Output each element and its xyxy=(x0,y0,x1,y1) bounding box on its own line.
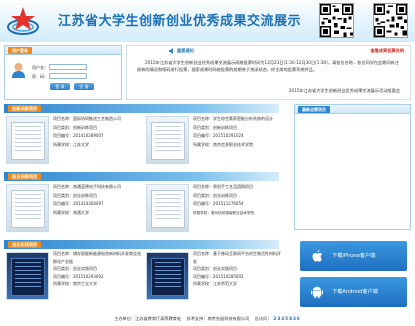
project-thumbnail[interactable] xyxy=(6,184,49,232)
project-school: 所属学校：江苏大学 xyxy=(53,141,89,147)
password-input[interactable] xyxy=(49,73,87,79)
site-title: 江苏省大学生创新创业优秀成果交流展示 xyxy=(58,14,302,29)
download-iphone-label: 下载iPhone客户端 xyxy=(332,253,376,259)
site-header: 江苏省大学生创新创业优秀成果交流展示 xyxy=(0,0,415,42)
project-name[interactable]: 项目名称：基于移动互联网平台的生物活性材料开发 xyxy=(193,250,281,265)
category-bar-entrepreneur-training: 创业训练项目 xyxy=(4,172,279,181)
recommend-panel-header: 最新点赞项目 xyxy=(295,105,410,114)
recommend-panel: 最新点赞项目 xyxy=(294,104,411,230)
project-thumbnail[interactable] xyxy=(6,252,49,300)
project-type: 项目类别：创业训练项目 xyxy=(53,192,97,198)
project-school: 所属学校：常州纺织服装职业技术学院 xyxy=(193,210,255,215)
user-avatar-icon xyxy=(12,63,25,78)
footer-organizer: 主办单位：江苏省教育厅高等教育处 xyxy=(114,316,182,321)
project-name[interactable]: 项目名称：学生综合素养智能分析系统的设计 xyxy=(193,115,281,124)
login-panel-header: 用户登录 xyxy=(5,46,121,55)
project-thumbnail[interactable] xyxy=(6,116,49,164)
project-school: 所属学校：南通大学 xyxy=(53,209,89,215)
project-type: 项目类别：创业实践项目 xyxy=(193,266,237,271)
notice-panel: 重要通知 查看成果投票说明 2015年江苏省大学生创新创业优秀成果交流展示网络投… xyxy=(126,45,411,100)
recommend-tab: 最新点赞项目 xyxy=(298,106,330,113)
footer-counter-label: 总访问： xyxy=(254,316,272,321)
project-thumbnail[interactable] xyxy=(146,184,189,232)
category-label: 创业实践项目 xyxy=(8,241,42,248)
vote-instructions-link[interactable]: 查看成果投票说明 xyxy=(370,48,404,54)
speaker-icon xyxy=(169,48,173,54)
project-id: 项目编号：201510285002 xyxy=(193,273,244,279)
download-android-button[interactable]: 下载Android客户端 xyxy=(300,277,407,307)
visit-counter: 2345836 xyxy=(273,316,301,321)
project-name[interactable]: 项目名称：南通蓝德电子科技有限公司 xyxy=(53,183,121,192)
notice-signature: 2015年江苏省大学生创新创业优秀成果交流展示活动组委会 xyxy=(288,88,400,93)
project-id: 项目编号：201410304097 xyxy=(53,201,104,206)
project-name[interactable]: 项目名称：国际协同推进工艺制造公司 xyxy=(53,115,121,124)
project-info: 项目名称：储存智能新能源电池新材料开发商业化孵化产业链 项目类别：创业实践项目 … xyxy=(53,250,141,288)
password-label: 密 码： xyxy=(32,74,48,79)
notice-title: 重要通知 xyxy=(177,48,194,53)
username-input[interactable] xyxy=(49,64,87,70)
username-label: 用户名： xyxy=(32,65,48,70)
login-button[interactable]: 登 录 xyxy=(50,83,70,90)
project-school: 所属学校：南京工业大学 xyxy=(53,281,97,286)
project-name[interactable]: 项目名称：储存智能新能源电池新材料开发商业化孵化产业链 xyxy=(53,250,141,265)
project-type: 项目类别：创新训练项目 xyxy=(53,124,97,130)
project-type: 项目类别：创新训练项目 xyxy=(193,124,237,130)
category-label: 创新训练项目 xyxy=(8,105,42,112)
project-thumbnail[interactable] xyxy=(146,116,189,164)
download-iphone-button[interactable]: 下载iPhone客户端 xyxy=(300,241,407,271)
project-id: 项目编号：201511276054 xyxy=(193,201,244,206)
project-info: 项目名称：原创手工艺品团购项目 项目类别：创业训练项目 项目编号：2015112… xyxy=(193,183,254,217)
project-id: 项目编号：201510293002 xyxy=(53,273,104,279)
login-tab: 用户登录 xyxy=(8,47,32,54)
project-type: 项目类别：创业实践项目 xyxy=(53,266,97,271)
logo-icon xyxy=(7,7,39,35)
register-button[interactable]: 注 册 xyxy=(74,83,94,90)
project-name[interactable]: 项目名称：原创手工艺品团购项目 xyxy=(193,183,254,192)
project-info: 项目名称：国际协同推进工艺制造公司 项目类别：创新训练项目 项目编号：20141… xyxy=(53,115,121,149)
login-panel: 用户登录 用户名： 密 码： 登 录 注 册 xyxy=(4,45,122,100)
project-info: 项目名称：学生综合素养智能分析系统的设计 项目类别：创新训练项目 项目编号：20… xyxy=(193,115,281,149)
project-thumbnail[interactable] xyxy=(146,252,189,300)
notice-body: 2015年江苏省大学生创新创业优秀成果交流展示网络投票时间为12月23日(1:3… xyxy=(137,60,400,72)
footer-support: 技术支持：南京先极科技有限公司 xyxy=(186,316,250,321)
android-icon xyxy=(311,286,323,299)
project-id: 项目编号：201510291024 xyxy=(193,133,244,138)
project-school: 所属学校：南京信息职业技术学院 xyxy=(193,141,253,147)
qr-code-iphone xyxy=(319,3,354,38)
project-info: 项目名称：基于移动互联网平台的生物活性材料开发 项目类别：创业实践项目 项目编号… xyxy=(193,250,281,288)
project-id: 项目编号：201410289007 xyxy=(53,133,104,138)
apple-icon xyxy=(312,250,323,262)
category-bar-innovation: 创新训练项目 xyxy=(4,104,279,113)
site-footer: 主办单位：江苏省教育厅高等教育处 技术支持：南京先极科技有限公司 总访问： 234… xyxy=(0,312,415,326)
project-info: 项目名称：南通蓝德电子科技有限公司 项目类别：创业训练项目 项目编号：20141… xyxy=(53,183,121,217)
category-bar-entrepreneur-practice: 创业实践项目 xyxy=(4,240,279,249)
project-type: 项目类别：创业训练项目 xyxy=(193,192,237,198)
category-label: 创业训练项目 xyxy=(8,173,42,180)
qr-code-android xyxy=(373,3,408,38)
download-android-label: 下载Android客户端 xyxy=(332,289,378,295)
project-school: 所属学校：江苏师范大学 xyxy=(193,281,237,286)
